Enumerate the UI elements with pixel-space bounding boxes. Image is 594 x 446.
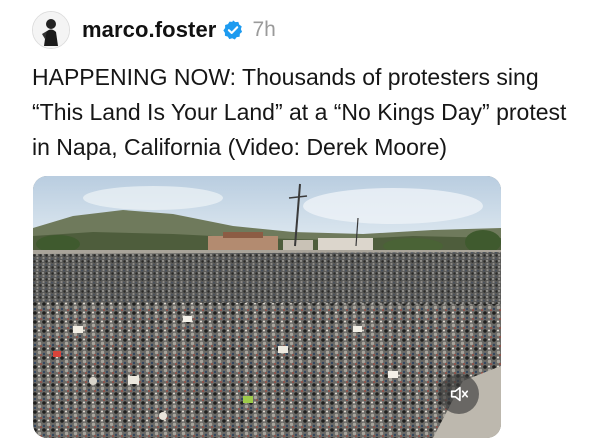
avatar[interactable] <box>32 11 70 49</box>
speaker-muted-icon <box>450 386 469 402</box>
avatar-image <box>33 12 69 48</box>
post-video[interactable] <box>33 176 501 438</box>
post-caption: HAPPENING NOW: Thousands of protesters s… <box>32 64 567 160</box>
video-frame-crowd <box>33 176 501 438</box>
post-time: 7h <box>252 18 276 41</box>
verified-badge-icon <box>222 19 244 41</box>
mute-button[interactable] <box>439 374 479 414</box>
username[interactable]: marco.foster <box>82 17 216 43</box>
post-header: marco.foster 7h <box>32 10 276 50</box>
threads-post: marco.foster 7h HAPPENING NOW: Thousands… <box>0 0 594 446</box>
